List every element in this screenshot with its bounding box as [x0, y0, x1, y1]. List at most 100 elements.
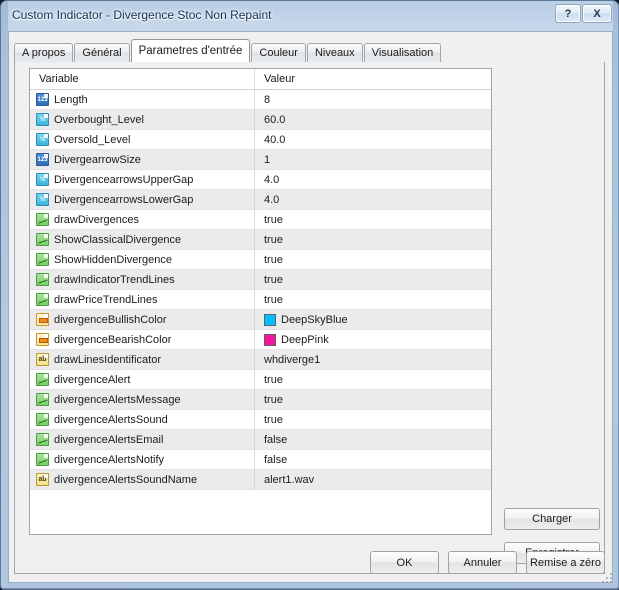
string-icon: ab	[36, 473, 49, 486]
cancel-button[interactable]: Annuler	[448, 551, 517, 574]
client-area: A propos Général Parametres d'entrée Couleu…	[8, 31, 613, 583]
value-cell[interactable]: DeepPink	[255, 330, 491, 349]
bool-icon	[36, 293, 49, 306]
color-swatch	[264, 313, 276, 326]
variable-cell: 123 DivergearrowSize	[30, 150, 255, 169]
variable-cell: divergenceBullishColor	[30, 310, 255, 329]
tab-couleur[interactable]: Couleur	[251, 43, 306, 62]
value-cell[interactable]: whdiverge1	[255, 350, 491, 369]
value-cell[interactable]: 60.0	[255, 110, 491, 129]
close-icon[interactable]: X	[582, 4, 612, 23]
variable-name: Overbought_Level	[54, 113, 144, 126]
variable-name: Oversold_Level	[54, 133, 131, 146]
variable-name: divergenceAlertsSound	[54, 413, 168, 426]
value-cell[interactable]: 4.0	[255, 170, 491, 189]
value-cell[interactable]: DeepSkyBlue	[255, 310, 491, 329]
color-icon	[36, 313, 49, 326]
parameters-grid[interactable]: Variable Valeur 123 Length 8 ½ Overbought_Le…	[29, 68, 492, 535]
value-cell[interactable]: true	[255, 390, 491, 409]
variable-cell: divergenceAlertsSound	[30, 410, 255, 429]
variable-cell: ½ DivergencearrowsLowerGap	[30, 190, 255, 209]
bool-icon	[36, 373, 49, 386]
table-row[interactable]: drawDivergences true	[30, 210, 491, 230]
table-row[interactable]: divergenceAlert true	[30, 370, 491, 390]
table-row[interactable]: divergenceAlertsMessage true	[30, 390, 491, 410]
bool-icon	[36, 413, 49, 426]
variable-cell: ab drawLinesIdentificator	[30, 350, 255, 369]
value-cell[interactable]: 40.0	[255, 130, 491, 149]
table-row[interactable]: 123 DivergearrowSize 1	[30, 150, 491, 170]
variable-value: true	[264, 253, 283, 266]
value-cell[interactable]: alert1.wav	[255, 470, 491, 489]
value-cell[interactable]: true	[255, 370, 491, 389]
value-cell[interactable]: true	[255, 270, 491, 289]
value-cell[interactable]: true	[255, 410, 491, 429]
variable-cell: drawPriceTrendLines	[30, 290, 255, 309]
table-row[interactable]: divergenceBullishColor DeepSkyBlue	[30, 310, 491, 330]
value-cell[interactable]: true	[255, 230, 491, 249]
table-row[interactable]: drawPriceTrendLines true	[30, 290, 491, 310]
table-row[interactable]: ShowClassicalDivergence true	[30, 230, 491, 250]
tab-visualisation[interactable]: Visualisation	[363, 43, 442, 62]
variable-value: false	[264, 453, 288, 466]
table-row[interactable]: divergenceAlertsNotify false	[30, 450, 491, 470]
variable-value: DeepPink	[281, 333, 329, 346]
double-icon: ½	[36, 173, 49, 186]
tab-g-n-ral[interactable]: Général	[74, 43, 130, 62]
table-row[interactable]: ½ Overbought_Level 60.0	[30, 110, 491, 130]
variable-name: ShowClassicalDivergence	[54, 233, 182, 246]
value-cell[interactable]: false	[255, 450, 491, 469]
resize-grip[interactable]	[602, 573, 614, 585]
table-row[interactable]: ½ Oversold_Level 40.0	[30, 130, 491, 150]
caption-button-group: ? X	[555, 4, 612, 23]
help-icon[interactable]: ?	[555, 4, 581, 23]
value-cell[interactable]: true	[255, 250, 491, 269]
tab-a-propos[interactable]: A propos	[14, 43, 74, 62]
variable-value: true	[264, 413, 283, 426]
reset-button[interactable]: Remise a zéro	[526, 551, 605, 574]
color-icon	[36, 333, 49, 346]
variable-name: divergenceAlert	[54, 373, 131, 386]
bool-icon	[36, 273, 49, 286]
table-row[interactable]: 123 Length 8	[30, 90, 491, 110]
value-cell[interactable]: false	[255, 430, 491, 449]
variable-cell: drawIndicatorTrendLines	[30, 270, 255, 289]
title-bar[interactable]: Custom Indicator - Divergence Stoc Non R…	[1, 1, 619, 31]
table-row[interactable]: ab divergenceAlertsSoundName alert1.wav	[30, 470, 491, 490]
tab-parametres-d-entr-e[interactable]: Parametres d'entrée	[130, 39, 251, 62]
variable-name: drawPriceTrendLines	[54, 293, 158, 306]
variable-value: true	[264, 233, 283, 246]
variable-value: 1	[264, 153, 271, 166]
table-row[interactable]: divergenceBearishColor DeepPink	[30, 330, 491, 350]
variable-value: true	[264, 373, 283, 386]
int-icon: 123	[36, 93, 49, 106]
table-row[interactable]: ½ DivergencearrowsLowerGap 4.0	[30, 190, 491, 210]
window-title: Custom Indicator - Divergence Stoc Non R…	[12, 8, 272, 22]
table-row[interactable]: ½ DivergencearrowsUpperGap 4.0	[30, 170, 491, 190]
variable-value: 4.0	[264, 173, 280, 186]
value-cell[interactable]: 8	[255, 90, 491, 109]
load-button[interactable]: Charger	[504, 508, 600, 530]
double-icon: ½	[36, 133, 49, 146]
variable-cell: divergenceAlertsNotify	[30, 450, 255, 469]
variable-value: true	[264, 213, 283, 226]
variable-name: divergenceAlertsEmail	[54, 433, 164, 446]
variable-name: drawDivergences	[54, 213, 139, 226]
int-icon: 123	[36, 153, 49, 166]
variable-value: 8	[264, 93, 271, 106]
variable-name: DivergencearrowsLowerGap	[54, 193, 194, 206]
table-row[interactable]: ab drawLinesIdentificator whdiverge1	[30, 350, 491, 370]
table-row[interactable]: ShowHiddenDivergence true	[30, 250, 491, 270]
value-cell[interactable]: 4.0	[255, 190, 491, 209]
color-swatch	[264, 333, 276, 346]
table-row[interactable]: drawIndicatorTrendLines true	[30, 270, 491, 290]
value-cell[interactable]: true	[255, 210, 491, 229]
table-row[interactable]: divergenceAlertsEmail false	[30, 430, 491, 450]
tab-niveaux[interactable]: Niveaux	[306, 43, 363, 62]
variable-value: true	[264, 293, 283, 306]
value-cell[interactable]: true	[255, 290, 491, 309]
double-icon: ½	[36, 193, 49, 206]
value-cell[interactable]: 1	[255, 150, 491, 169]
table-row[interactable]: divergenceAlertsSound true	[30, 410, 491, 430]
ok-button[interactable]: OK	[370, 551, 439, 574]
